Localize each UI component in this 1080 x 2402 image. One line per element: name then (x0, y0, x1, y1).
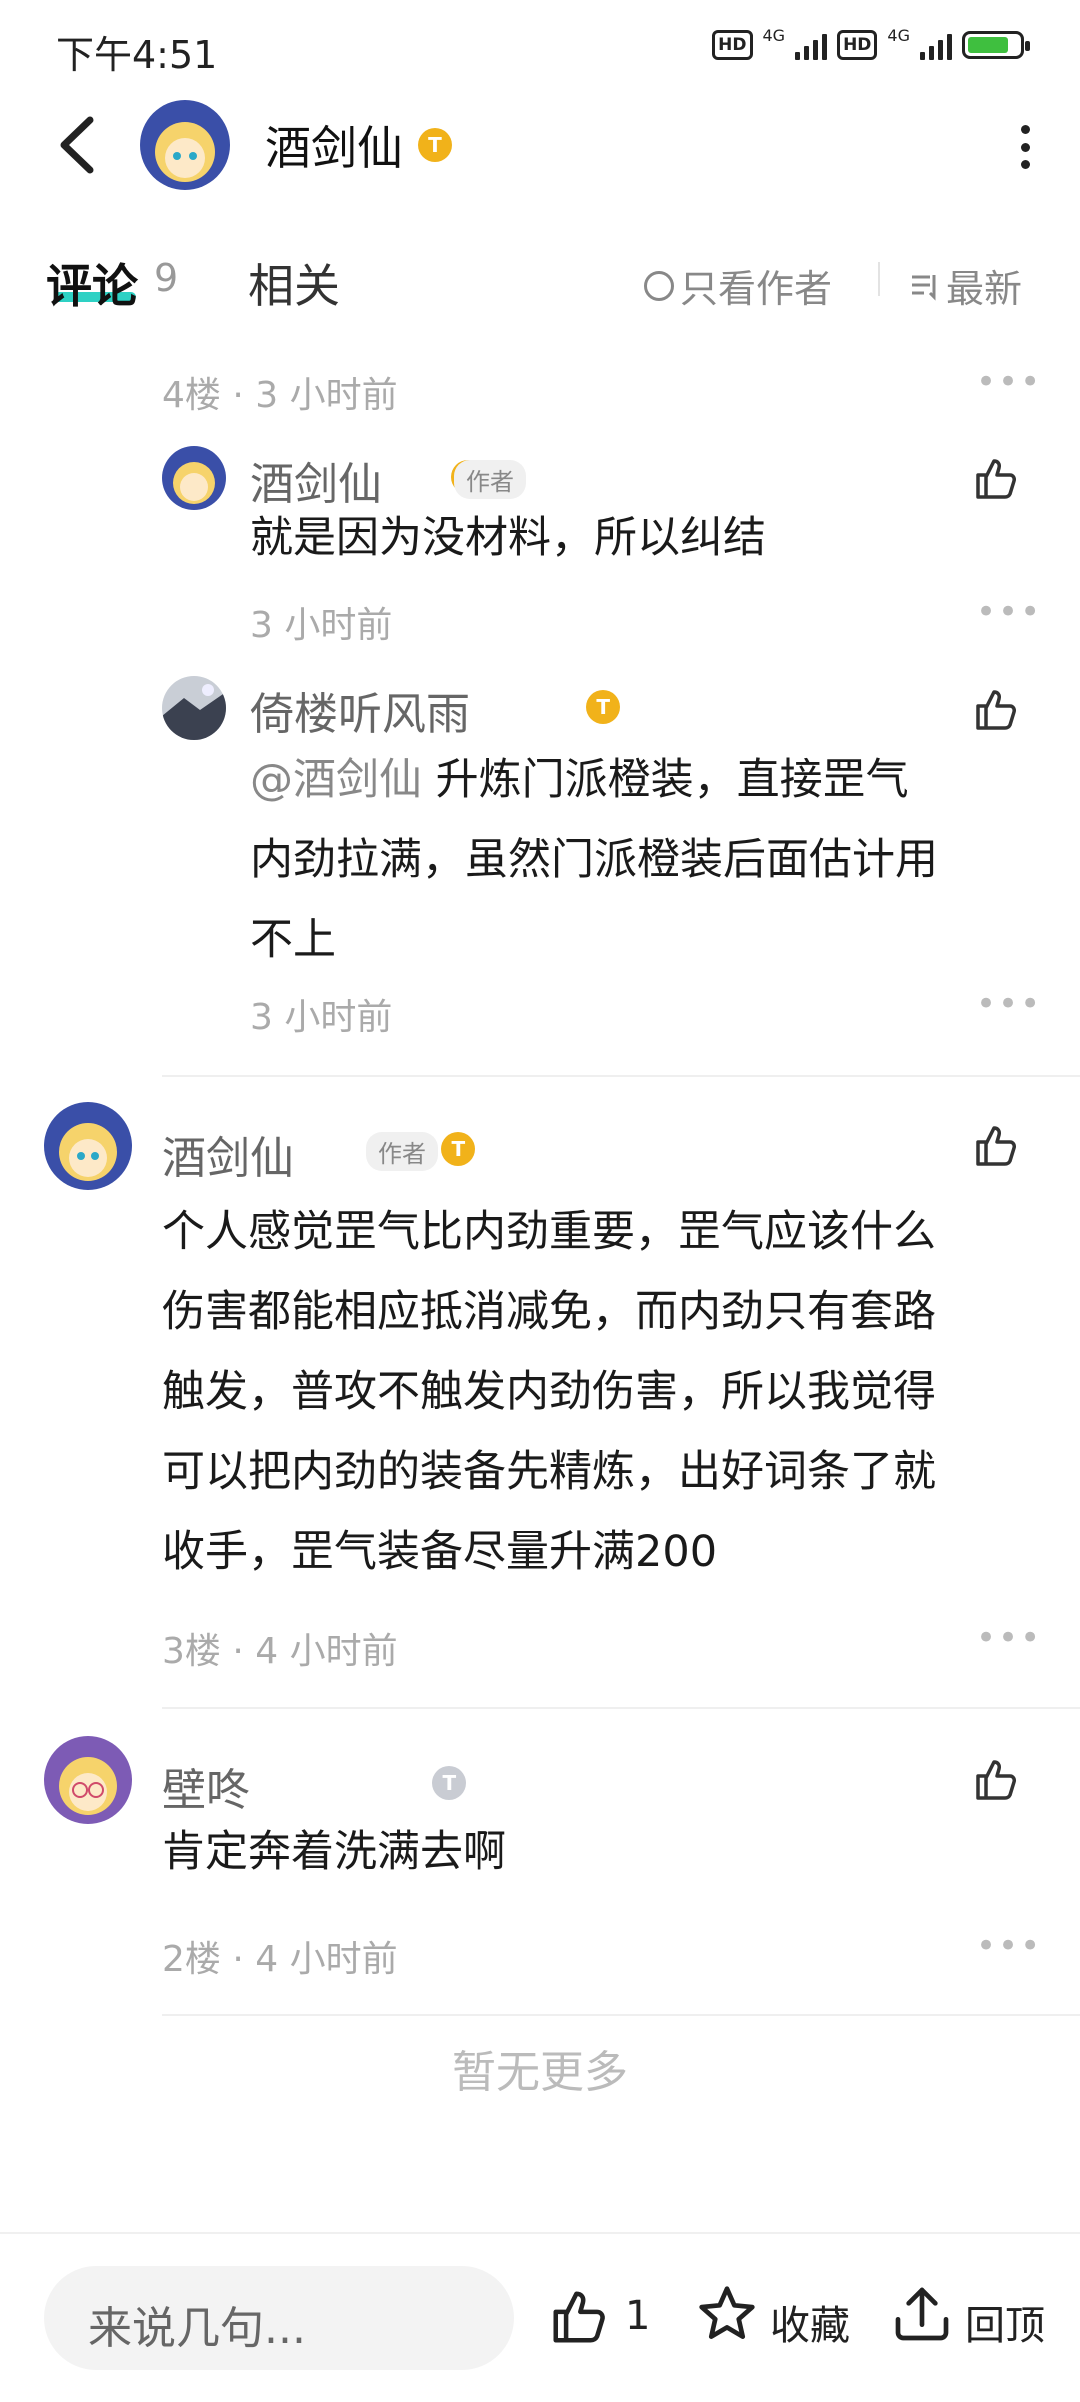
only-author-label: 只看作者 (680, 267, 833, 311)
author-tag: 作者 (366, 1132, 438, 1171)
divider (162, 1075, 1080, 1077)
floor-meta: 4楼 · 3 小时前 (162, 375, 398, 416)
radio-circle-icon (644, 270, 674, 301)
favorite-button[interactable]: 收藏 (770, 2293, 850, 2351)
comment-author-name[interactable]: 酒剑仙 (162, 1122, 294, 1186)
signal-icon-2 (920, 30, 952, 60)
network-type-2: 4G (887, 25, 910, 45)
reply-text: 就是因为没材料，所以纠结 (250, 513, 766, 563)
like-icon[interactable] (972, 1122, 1020, 1170)
author-tag: 作者 (454, 460, 526, 499)
comment-input-placeholder[interactable]: 来说几句... (88, 2292, 306, 2356)
reply-text-line: 内劲拉满，虽然门派橙装后面估计用 (250, 835, 938, 885)
more-dots-icon[interactable]: ••• (976, 1618, 1042, 1658)
comment-author-name[interactable]: 壁咚 (162, 1754, 250, 1818)
like-count[interactable]: 1 (625, 2293, 650, 2339)
avatar[interactable] (162, 446, 226, 510)
comment-text-line: 个人感觉罡气比内劲重要，罡气应该什么 (162, 1207, 936, 1257)
level-badge-icon: T (586, 690, 621, 724)
battery-icon (962, 31, 1030, 59)
page-title: 酒剑仙 (265, 121, 403, 175)
divider (878, 262, 880, 296)
more-dots-icon[interactable]: ••• (976, 362, 1042, 402)
back-arrow-icon[interactable] (50, 110, 110, 180)
no-more-label: 暂无更多 (452, 2047, 628, 2098)
network-type: 4G (762, 25, 786, 45)
reply-author-name[interactable]: 倚楼听风雨 (250, 678, 470, 742)
mention-link[interactable]: @酒剑仙 (250, 755, 422, 805)
floor-meta: 3楼 · 4 小时前 (162, 1631, 398, 1672)
sort-label: 最新 (946, 267, 1023, 311)
sort-toggle[interactable]: 最新 (910, 258, 1022, 313)
like-icon[interactable] (972, 1756, 1020, 1804)
only-author-toggle[interactable]: 只看作者 (644, 258, 832, 313)
reply-time: 3 小时前 (250, 605, 393, 646)
level-badge-icon: T (441, 1132, 476, 1166)
hd-indicator-2: HD (837, 30, 878, 60)
comments-count: 9 (154, 256, 179, 300)
avatar[interactable] (44, 1736, 132, 1824)
divider (162, 2014, 1080, 2016)
reply-text: @酒剑仙 升炼门派橙装，直接罡气 (250, 755, 909, 805)
status-time: 下午4:51 (56, 33, 218, 77)
more-options-icon[interactable] (1018, 125, 1032, 169)
comment-text-line: 可以把内劲的装备先精炼，出好词条了就 (162, 1447, 936, 1497)
reply-author-name[interactable]: 酒剑仙 (250, 448, 382, 512)
like-icon[interactable] (972, 686, 1020, 734)
signal-icon (795, 30, 828, 60)
star-icon[interactable] (695, 2282, 759, 2346)
header-avatar[interactable] (140, 100, 230, 190)
avatar[interactable] (44, 1102, 132, 1190)
back-to-top-button[interactable]: 回顶 (965, 2293, 1045, 2351)
more-dots-icon[interactable]: ••• (976, 984, 1042, 1024)
floor-meta: 2楼 · 4 小时前 (162, 1939, 398, 1980)
comment-text-line: 触发，普攻不触发内劲伤害，所以我觉得 (162, 1367, 936, 1417)
avatar[interactable] (162, 676, 226, 740)
comment-text: 肯定奔着洗满去啊 (162, 1827, 506, 1877)
comment-text-line: 伤害都能相应抵消减免，而内劲只有套路 (162, 1287, 936, 1337)
divider (162, 1707, 1080, 1709)
more-dots-icon[interactable]: ••• (976, 592, 1042, 632)
level-badge-icon: T (418, 128, 452, 162)
more-dots-icon[interactable]: ••• (976, 1926, 1042, 1966)
hd-indicator: HD (712, 30, 753, 60)
like-icon[interactable] (972, 455, 1020, 503)
tab-comments[interactable]: 评论 (46, 250, 138, 316)
like-icon[interactable] (548, 2286, 610, 2348)
tab-related[interactable]: 相关 (248, 250, 340, 316)
comment-text-line: 收手，罡气装备尽量升满200 (162, 1527, 718, 1577)
reply-text-line: 不上 (250, 915, 336, 965)
sort-icon (912, 274, 936, 301)
level-badge-icon: T (432, 1766, 467, 1800)
reply-time: 3 小时前 (250, 997, 393, 1038)
upload-arrow-icon[interactable] (890, 2282, 954, 2346)
status-icons: HD 4G HD 4G (712, 26, 1030, 60)
